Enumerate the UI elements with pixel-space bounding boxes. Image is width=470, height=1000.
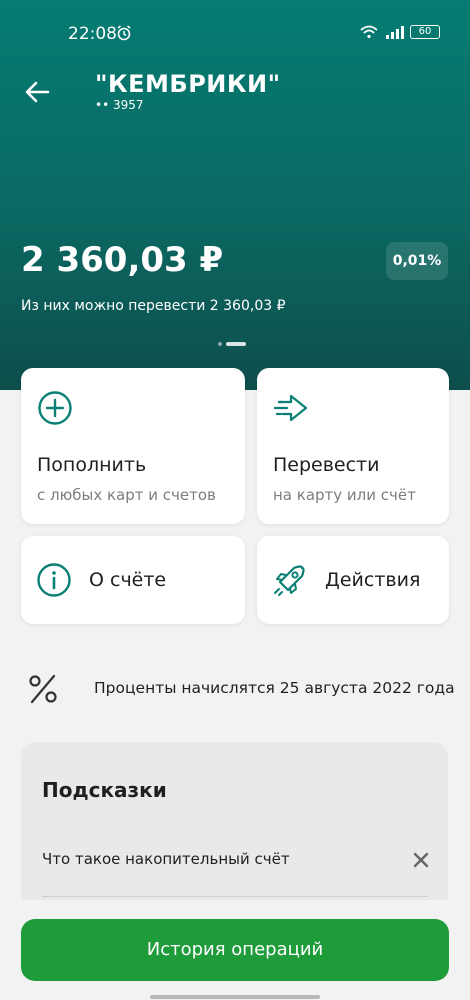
top-up-card[interactable]: Пополнить с любых карт и счетов [21, 368, 245, 524]
back-arrow-icon[interactable] [22, 78, 54, 106]
transfer-card[interactable]: Перевести на карту или счёт [257, 368, 449, 524]
plus-circle-icon [38, 391, 72, 425]
battery-icon: 60 [410, 25, 440, 39]
hint-item-label[interactable]: Что такое накопительный счёт [42, 850, 290, 868]
operations-history-button[interactable]: История операций [21, 919, 449, 981]
transfer-arrow-icon [273, 394, 308, 422]
percent-icon [29, 674, 57, 704]
info-icon [37, 563, 71, 597]
page-indicator [218, 342, 246, 346]
rocket-icon [274, 565, 305, 596]
status-time: 22:08 [68, 24, 117, 44]
signal-icon [386, 26, 404, 39]
transferable-amount-note: Из них можно перевести 2 360,03 ₽ [21, 298, 286, 314]
account-header: 22:08 60 "КЕМБРИКИ" •• 3957 2 360,03 ₽ 0… [0, 0, 470, 390]
actions-label: Действия [325, 569, 421, 591]
hint-divider [42, 896, 428, 897]
close-icon[interactable] [413, 852, 429, 868]
page-indicator-dot [218, 342, 222, 346]
hints-title: Подсказки [42, 778, 167, 802]
transfer-subtitle: на карту или счёт [273, 486, 416, 504]
interest-accrual-text: Проценты начислятся 25 августа 2022 года [94, 679, 455, 697]
alarm-icon [117, 25, 131, 41]
actions-card[interactable]: Действия [257, 536, 449, 624]
account-title: "КЕМБРИКИ" [95, 70, 281, 98]
wifi-icon [360, 25, 378, 39]
interest-rate-badge: 0,01% [386, 242, 448, 280]
home-indicator[interactable] [150, 995, 320, 999]
page-indicator-active [226, 342, 246, 346]
balance-amount: 2 360,03 ₽ [21, 240, 224, 280]
transfer-title: Перевести [273, 454, 380, 476]
top-up-title: Пополнить [37, 454, 147, 476]
top-up-subtitle: с любых карт и счетов [37, 486, 216, 504]
interest-info-row: Проценты начислятся 25 августа 2022 года [0, 660, 470, 716]
status-bar: 22:08 60 [0, 20, 470, 48]
account-number: •• 3957 [95, 98, 144, 112]
bottom-bar: История операций [0, 900, 470, 1000]
about-account-label: О счёте [89, 569, 167, 591]
about-account-card[interactable]: О счёте [21, 536, 245, 624]
